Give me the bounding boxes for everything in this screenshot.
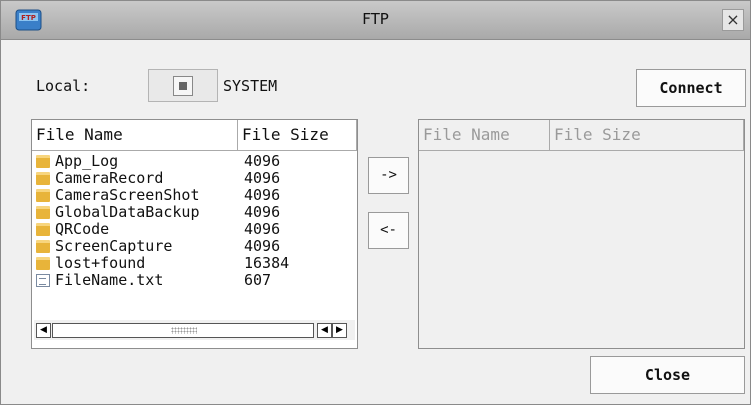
window-title: FTP [362,10,389,28]
file-size: 4096 [244,186,281,204]
file-name: QRCode [55,220,110,238]
folder-icon [36,155,50,168]
list-item[interactable]: QRCode 4096 [36,221,346,238]
file-size: 607 [244,271,272,289]
folder-icon [36,257,50,270]
remote-column-header-file-name[interactable]: File Name [419,120,550,150]
folder-icon [36,189,50,202]
local-file-list[interactable]: File Name File Size App_Log 4096 CameraRec… [31,119,358,349]
title-bar[interactable]: FTP FTP × [1,1,750,40]
file-size: 4096 [244,152,281,170]
file-size: 4096 [244,203,281,221]
horizontal-scrollbar[interactable]: ◀ ◀ ▶ [34,320,355,340]
drive-name: SYSTEM [223,77,278,95]
window-close-icon[interactable]: × [722,9,744,31]
file-name: lost+found [55,254,146,272]
folder-icon [36,206,50,219]
folder-icon [36,240,50,253]
list-item[interactable]: FileName.txt 607 [36,272,346,289]
chip-icon [173,76,193,96]
scroll-left-icon[interactable]: ◀ [36,323,51,338]
local-list-header: File Name File Size [32,120,357,151]
upload-button[interactable]: -> [368,157,409,194]
folder-icon [36,172,50,185]
file-size: 4096 [244,169,281,187]
grip-icon [171,327,197,334]
scroll-left-icon-2[interactable]: ◀ [317,323,332,338]
close-button[interactable]: Close [590,356,745,394]
drive-select-button[interactable] [148,69,218,102]
local-label: Local: [36,77,91,95]
list-item[interactable]: CameraRecord 4096 [36,170,346,187]
connect-button[interactable]: Connect [636,69,746,107]
remote-file-list[interactable]: File Name File Size [418,119,745,349]
scroll-thumb[interactable] [52,323,314,338]
folder-icon [36,223,50,236]
file-name: ScreenCapture [55,237,173,255]
file-name: FileName.txt [55,271,164,289]
file-name: App_Log [55,152,119,170]
list-item[interactable]: lost+found 16384 [36,255,346,272]
scroll-right-icon[interactable]: ▶ [332,323,347,338]
list-item[interactable]: CameraScreenShot 4096 [36,187,346,204]
file-size: 4096 [244,237,281,255]
file-name: GlobalDataBackup [55,203,200,221]
file-size: 16384 [244,254,290,272]
column-header-file-name[interactable]: File Name [32,120,238,150]
ftp-dialog: FTP FTP × Local: SYSTEM Connect File Nam… [0,0,751,405]
file-icon [36,274,50,287]
remote-column-header-file-size[interactable]: File Size [550,120,744,150]
list-item[interactable]: App_Log 4096 [36,153,346,170]
column-header-file-size[interactable]: File Size [238,120,357,150]
download-button[interactable]: <- [368,212,409,249]
list-item[interactable]: ScreenCapture 4096 [36,238,346,255]
list-item[interactable]: GlobalDataBackup 4096 [36,204,346,221]
file-name: CameraScreenShot [55,186,200,204]
file-size: 4096 [244,220,281,238]
remote-list-header: File Name File Size [419,120,744,151]
file-name: CameraRecord [55,169,164,187]
